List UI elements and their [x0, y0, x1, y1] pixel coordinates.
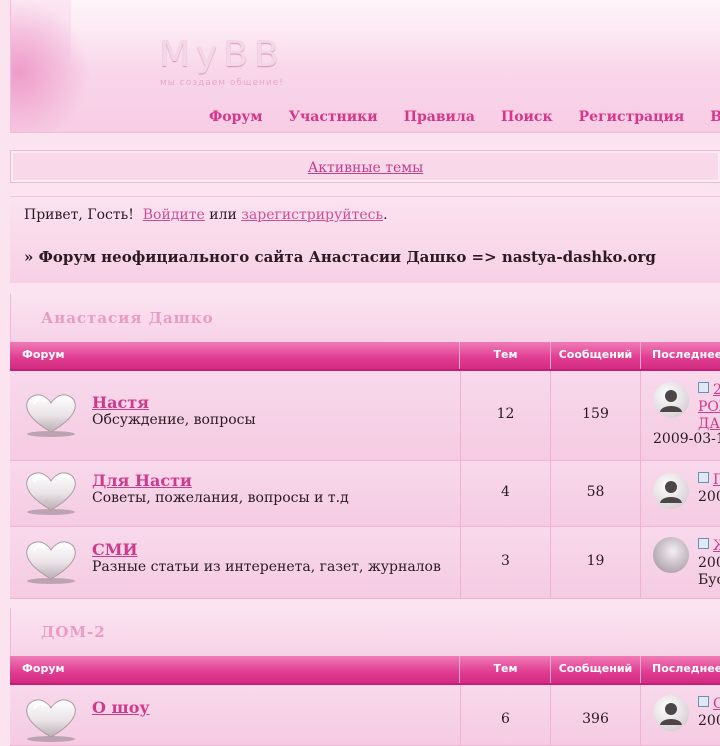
login-link[interactable]: Войдите	[143, 207, 205, 223]
register-link[interactable]: зарегистрируйтесь	[241, 207, 383, 223]
last-post-cell: Ж 200 Буо	[641, 527, 720, 598]
active-topics-link[interactable]: Активные темы	[308, 160, 424, 176]
post-icon	[698, 538, 709, 549]
col-forum: Форум	[10, 656, 460, 683]
category-anastasia: Анастасия Дашко Форум Тем Сообщений Посл…	[10, 294, 720, 599]
forum-description: Советы, пожелания, вопросы и т.д	[92, 490, 349, 506]
table-header: Форум Тем Сообщений Последнее сообщение	[10, 656, 720, 685]
forum-cell: СМИ Разные статьи из интеренета, газет, …	[10, 527, 461, 598]
user-avatar-icon[interactable]	[653, 382, 689, 418]
user-avatar-icon[interactable]	[653, 473, 689, 509]
posts-count: 159	[582, 406, 609, 422]
posts-count: 58	[586, 484, 605, 500]
nav-rules[interactable]: Правила	[404, 109, 475, 125]
category-title[interactable]: Анастасия Дашко	[41, 309, 214, 327]
forum-cell: Настя Обсуждение, вопросы	[10, 371, 461, 460]
last-post-title-2[interactable]: РОЖ	[698, 399, 720, 415]
last-post-date: 200	[698, 713, 720, 729]
site-slogan: мы создаем общение!	[160, 78, 284, 88]
col-topics: Тем	[461, 342, 551, 369]
topics-cell: 12	[461, 371, 551, 460]
forum-row: О шоу 6 396 С 200	[10, 685, 720, 746]
site-header: MyBB мы создаем общение! Форум Участники…	[10, 0, 720, 133]
forum-description: Разные статьи из интеренета, газет, журн…	[92, 559, 441, 575]
greeting-text: Привет, Гость!	[24, 207, 134, 223]
forum-description: Обсуждение, вопросы	[92, 412, 256, 428]
breadcrumb: » Форум неофициального сайта Анастасии Д…	[24, 248, 656, 266]
post-icon	[698, 472, 709, 483]
last-post-title-1[interactable]: П	[713, 472, 720, 488]
col-forum: Форум	[10, 342, 460, 369]
last-post-link[interactable]: С 200	[698, 696, 720, 730]
category-dom2: ДОМ-2 Форум Тем Сообщений Последнее сооб…	[10, 608, 720, 746]
forum-row: Для Насти Советы, пожелания, вопросы и т…	[10, 461, 720, 527]
welcome-panel: Привет, Гость! Войдите или зарегистрируй…	[10, 196, 720, 283]
topics-cell: 3	[461, 527, 551, 598]
forum-row: Настя Обсуждение, вопросы 12 159 2 РОЖ Д…	[10, 371, 720, 461]
heart-forum-icon	[24, 392, 78, 438]
last-post-link[interactable]: Ж 200 Буо	[698, 538, 720, 589]
last-post-author[interactable]: Буо	[698, 572, 720, 588]
posts-cell: 159	[551, 371, 641, 460]
col-last: Последнее сообщение	[652, 348, 720, 361]
category-header: ДОМ-2	[10, 608, 720, 656]
last-post-title-3[interactable]: ДА	[698, 416, 720, 432]
user-avatar-icon[interactable]	[653, 695, 689, 731]
nav-members[interactable]: Участники	[289, 109, 378, 125]
forum-title-link[interactable]: Настя	[92, 393, 149, 412]
last-post-cell: П 200	[641, 461, 720, 526]
last-post-title-1[interactable]: С	[713, 696, 720, 712]
site-logo[interactable]: MyBB	[159, 34, 285, 75]
user-photo-avatar[interactable]	[653, 537, 689, 573]
topics-count: 12	[496, 406, 515, 422]
last-post-date: 2009-03-1	[653, 431, 720, 447]
last-post-title-1[interactable]: Ж	[713, 538, 720, 554]
topics-count: 4	[501, 484, 510, 500]
last-post-date: 200	[698, 489, 720, 505]
last-post-cell: С 200	[641, 685, 720, 745]
last-post-cell: 2 РОЖ ДА 2009-03-1	[641, 371, 720, 460]
forum-title-link[interactable]: Для Насти	[92, 471, 192, 490]
greeting-or: или	[209, 207, 237, 223]
nav-search[interactable]: Поиск	[501, 109, 553, 125]
active-topics-bar: Активные темы	[10, 150, 720, 183]
col-posts: Сообщений	[551, 342, 641, 369]
forum-cell: О шоу	[10, 685, 461, 745]
post-icon	[698, 696, 709, 707]
posts-cell: 19	[551, 527, 641, 598]
nav-forum[interactable]: Форум	[209, 109, 263, 125]
last-post-date: 200	[698, 555, 720, 571]
table-header: Форум Тем Сообщений Последнее сообщение	[10, 342, 720, 371]
forum-cell: Для Насти Советы, пожелания, вопросы и т…	[10, 461, 461, 526]
category-header: Анастасия Дашко	[10, 294, 720, 342]
topics-count: 6	[501, 711, 510, 727]
post-icon	[698, 382, 709, 393]
posts-count: 396	[582, 711, 609, 727]
heart-forum-icon	[24, 697, 78, 743]
col-topics: Тем	[461, 656, 551, 683]
greeting: Привет, Гость! Войдите или зарегистрируй…	[24, 207, 388, 223]
topics-cell: 6	[461, 685, 551, 745]
main-nav: Форум Участники Правила Поиск Регистраци…	[209, 106, 720, 125]
forum-row: СМИ Разные статьи из интеренета, газет, …	[10, 527, 720, 599]
forum-title-link[interactable]: СМИ	[92, 540, 138, 559]
topics-cell: 4	[461, 461, 551, 526]
posts-count: 19	[586, 553, 605, 569]
forum-title-link[interactable]: О шоу	[92, 698, 150, 717]
heart-forum-icon	[24, 539, 78, 585]
posts-cell: 396	[551, 685, 641, 745]
posts-cell: 58	[551, 461, 641, 526]
heart-forum-icon	[24, 470, 78, 516]
nav-login[interactable]: Войти	[710, 109, 720, 125]
last-post-link[interactable]: П 200	[698, 472, 720, 506]
col-posts: Сообщений	[551, 656, 641, 683]
topics-count: 3	[501, 553, 510, 569]
nav-register[interactable]: Регистрация	[579, 109, 685, 125]
last-post-link[interactable]: 2 РОЖ ДА	[698, 382, 720, 433]
category-title[interactable]: ДОМ-2	[41, 623, 106, 641]
greeting-period: .	[383, 207, 388, 223]
col-last: Последнее сообщение	[652, 662, 720, 675]
last-post-title-1[interactable]: 2	[713, 382, 720, 398]
